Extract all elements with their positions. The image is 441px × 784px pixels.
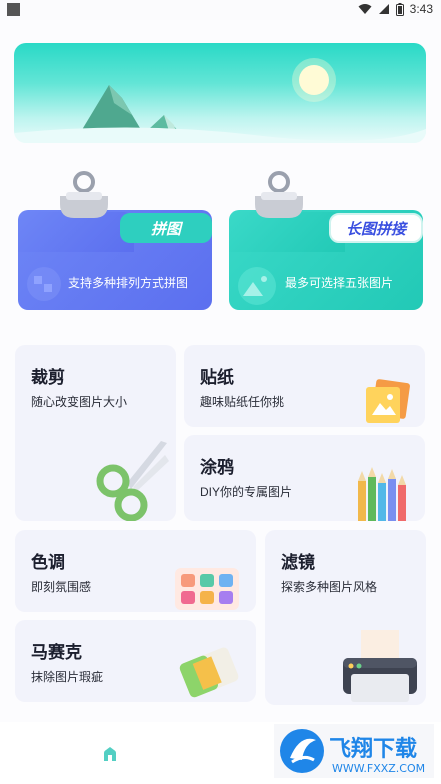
long-image-tag: 长图拼接	[329, 213, 423, 243]
mountain-image-icon	[238, 267, 276, 305]
collage-description: 支持多种排列方式拼图	[68, 276, 189, 290]
doodle-tile[interactable]: 涂鸦 DIY你的专属图片	[184, 435, 425, 521]
home-icon[interactable]	[103, 746, 117, 762]
status-bar: 3:43	[0, 0, 441, 20]
crop-tile[interactable]: 裁剪 随心改变图片大小	[15, 345, 176, 521]
filter-tile[interactable]: 滤镜 探索多种图片风格	[265, 530, 426, 705]
watermark-url: WWW.FXXZ.COM	[332, 762, 425, 775]
collage-card[interactable]: 拼图 支持多种排列方式拼图	[18, 170, 212, 312]
signal-icon	[378, 3, 390, 15]
eraser-icon	[179, 647, 239, 698]
tone-subtitle: 即刻氛围感	[31, 580, 92, 594]
sticker-subtitle: 趣味贴纸任你挑	[200, 395, 285, 409]
long-image-card[interactable]: 长图拼接 最多可选择五张图片	[229, 170, 423, 312]
sticker-icon	[366, 379, 410, 423]
puzzle-icon	[27, 267, 61, 301]
filter-subtitle: 探索多种图片风格	[281, 580, 378, 594]
watermark-title: 飞翔下载	[329, 736, 417, 762]
doodle-subtitle: DIY你的专属图片	[200, 485, 293, 499]
long-image-description: 最多可选择五张图片	[285, 276, 394, 290]
sticker-tile[interactable]: 贴纸 趣味贴纸任你挑	[184, 345, 425, 427]
printer-icon	[343, 630, 417, 702]
collage-tag: 拼图	[120, 213, 212, 243]
mosaic-subtitle: 抹除图片瑕疵	[31, 670, 104, 684]
notification-icon	[7, 3, 20, 16]
tone-tile[interactable]: 色调 即刻氛围感	[15, 530, 256, 612]
crop-subtitle: 随心改变图片大小	[31, 395, 128, 409]
filter-title: 滤镜	[281, 553, 315, 572]
clock-time: 3:43	[409, 2, 433, 16]
mosaic-tile[interactable]: 马赛克 抹除图片瑕疵	[15, 620, 256, 702]
banner-landscape	[14, 58, 426, 143]
wifi-icon	[358, 3, 372, 15]
sticker-title: 贴纸	[200, 368, 234, 387]
mosaic-title: 马赛克	[31, 643, 82, 662]
binder-clip-icon	[255, 171, 303, 218]
doodle-title: 涂鸦	[200, 458, 234, 477]
colored-pencils-icon	[358, 467, 406, 521]
watermark-logo: 飞翔下载 WWW.FXXZ.COM	[274, 724, 434, 778]
crop-title: 裁剪	[31, 368, 65, 387]
scissors-icon	[96, 441, 169, 521]
banner[interactable]	[14, 43, 426, 143]
binder-clip-icon	[60, 171, 108, 218]
battery-icon	[395, 2, 404, 16]
color-palette-icon	[175, 568, 239, 610]
tone-title: 色调	[31, 553, 65, 572]
